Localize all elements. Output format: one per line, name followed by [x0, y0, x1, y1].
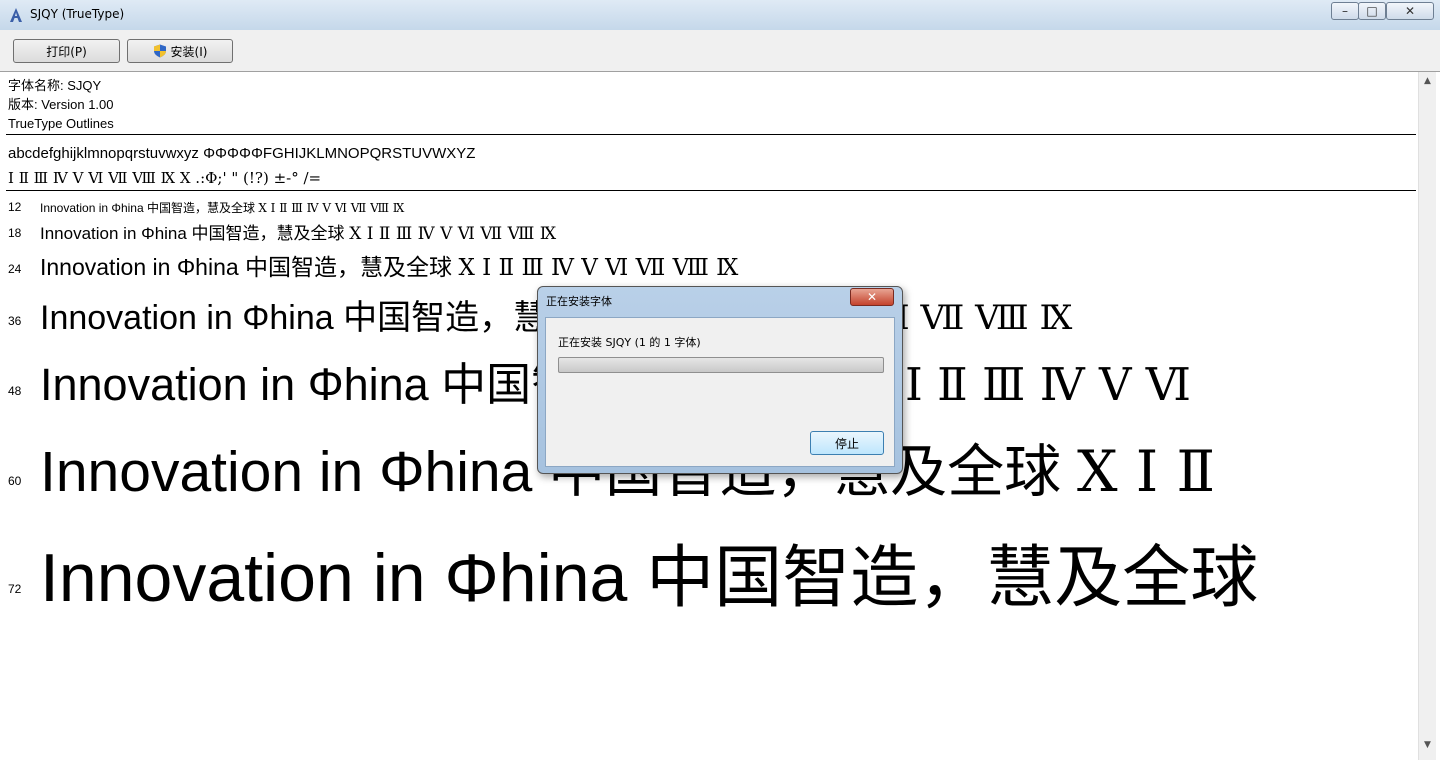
- sample-size-label: 24: [8, 262, 22, 276]
- toolbar: 打印(P) 安装(I): [0, 30, 1440, 72]
- sample-phrase: Innovation in Φhina 中国智造，慧及全球: [40, 540, 1259, 616]
- sample-text: Innovation in Φhina 中国智造，慧及全球: [40, 522, 1258, 621]
- sample-numerals: Ⅹ Ⅰ Ⅱ Ⅲ Ⅳ Ⅴ Ⅵ: [858, 358, 1192, 411]
- install-status-message: 正在安装 SJQY (1 的 1 字体): [558, 336, 701, 349]
- dialog-body: 正在安装 SJQY (1 的 1 字体) 停止: [545, 317, 895, 467]
- stop-button[interactable]: 停止: [810, 431, 884, 455]
- sample-phrase: Innovation in Φhina 中国智造，慧及全球: [40, 254, 453, 280]
- maximize-button[interactable]: □: [1358, 2, 1386, 20]
- sample-text: Innovation in Φhina 中国智造，慧及全球 Ⅹ Ⅰ Ⅱ Ⅲ Ⅳ …: [40, 248, 738, 282]
- sample-numerals: Ⅹ Ⅰ Ⅱ Ⅲ Ⅳ Ⅴ Ⅵ Ⅶ Ⅷ Ⅸ: [258, 201, 405, 215]
- title-bar: SJQY (TrueType) – □ ✕: [0, 0, 1440, 30]
- sample-size-label: 72: [8, 582, 22, 596]
- print-button[interactable]: 打印(P): [13, 39, 120, 63]
- font-viewer-app-icon: [10, 8, 22, 22]
- vertical-scrollbar[interactable]: ▲ ▼: [1418, 72, 1436, 760]
- uac-shield-icon: [153, 44, 166, 58]
- minimize-button[interactable]: –: [1331, 2, 1359, 20]
- print-button-label: 打印(P): [46, 44, 87, 59]
- sample-size-label: 60: [8, 474, 22, 488]
- install-button-label: 安装(I): [170, 44, 208, 59]
- sample-row: 72 Innovation in Φhina 中国智造，慧及全球: [0, 512, 1416, 616]
- scroll-down-arrow-icon[interactable]: ▼: [1419, 736, 1436, 753]
- install-progress-bar: [558, 357, 884, 373]
- sample-row: 24 Innovation in Φhina 中国智造，慧及全球 Ⅹ Ⅰ Ⅱ Ⅲ…: [0, 246, 1416, 282]
- sample-numerals: Ⅹ Ⅰ Ⅱ Ⅲ Ⅳ Ⅴ Ⅵ Ⅶ Ⅷ Ⅸ: [458, 255, 739, 281]
- sample-numerals: Ⅹ Ⅰ Ⅱ Ⅲ Ⅳ Ⅴ Ⅵ Ⅶ Ⅷ Ⅸ: [349, 224, 557, 244]
- install-button[interactable]: 安装(I): [127, 39, 233, 63]
- sample-numerals: Ⅹ Ⅰ Ⅱ: [1077, 439, 1216, 505]
- sample-phrase: Innovation in Φhina 中国智造，慧及全球: [40, 224, 345, 243]
- sample-row: 18 Innovation in Φhina 中国智造，慧及全球 Ⅹ Ⅰ Ⅱ Ⅲ…: [0, 218, 1416, 244]
- sample-size-label: 12: [8, 200, 22, 214]
- sample-text: Innovation in Φhina 中国智造，慧及全球 Ⅹ Ⅰ Ⅱ Ⅲ Ⅳ …: [40, 199, 404, 216]
- sample-row: 12 Innovation in Φhina 中国智造，慧及全球 Ⅹ Ⅰ Ⅱ Ⅲ…: [0, 196, 1416, 216]
- scroll-up-arrow-icon[interactable]: ▲: [1419, 72, 1436, 89]
- sample-size-label: 36: [8, 314, 22, 328]
- dialog-title: 正在安装字体: [546, 295, 612, 308]
- sample-size-label: 18: [8, 226, 22, 240]
- sample-text: Innovation in Φhina 中国智造，慧及全球 Ⅹ Ⅰ Ⅱ Ⅲ Ⅳ …: [40, 219, 556, 244]
- dialog-close-button[interactable]: ✕: [850, 288, 894, 306]
- sample-size-label: 48: [8, 384, 22, 398]
- close-button[interactable]: ✕: [1386, 2, 1434, 20]
- window-title: SJQY (TrueType): [30, 7, 125, 21]
- sample-phrase: Innovation in Φhina 中国智造，慧及全球: [40, 201, 255, 215]
- install-progress-dialog: 正在安装字体 ✕ 正在安装 SJQY (1 的 1 字体) 停止: [537, 286, 903, 474]
